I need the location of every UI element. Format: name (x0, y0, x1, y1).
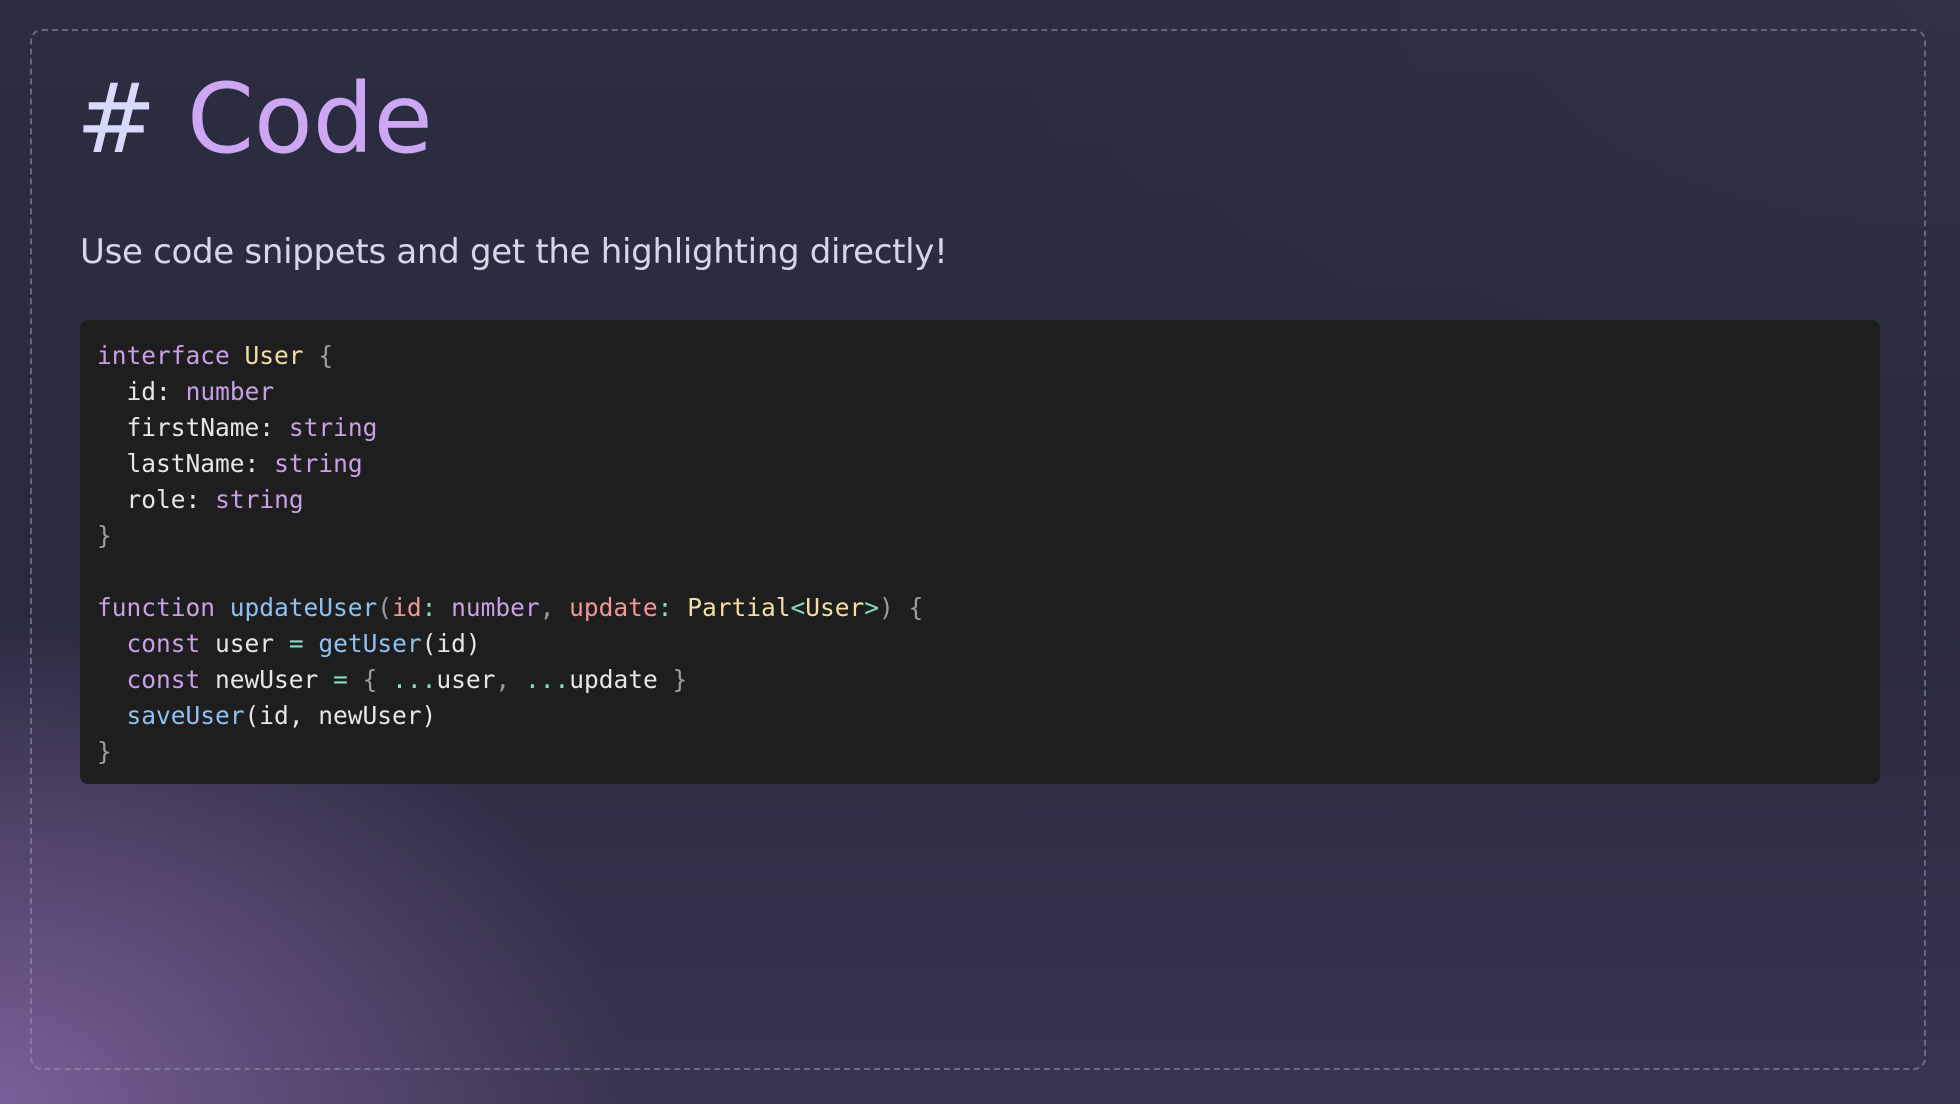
brace: } (97, 737, 112, 766)
type: number (185, 377, 275, 406)
colon: : (244, 449, 260, 478)
comma: , (539, 593, 555, 622)
code-line-5: role: string (97, 482, 1863, 518)
operator: = (288, 629, 304, 658)
brace: { (908, 593, 924, 622)
brace: } (672, 665, 688, 694)
type-name: User (805, 593, 865, 622)
angle-bracket: < (790, 593, 806, 622)
function-name: updateUser (229, 593, 378, 622)
code-line-9: const user = getUser(id) (97, 626, 1863, 662)
arguments: (id) (421, 629, 481, 658)
type: string (215, 485, 304, 514)
param: id (392, 593, 422, 622)
arguments: (id, newUser) (244, 701, 437, 730)
property: firstName (126, 413, 260, 442)
code-line-6: } (97, 518, 1863, 554)
code-line-8: function updateUser(id: number, update: … (97, 590, 1863, 626)
slide-subtitle: Use code snippets and get the highlighti… (80, 232, 948, 272)
property: id (126, 377, 157, 406)
title-hash: # (76, 63, 157, 175)
type: number (451, 593, 540, 622)
type: string (288, 413, 378, 442)
code-line-4: lastName: string (97, 446, 1863, 482)
variable: newUser (215, 665, 319, 694)
paren: ( (377, 593, 393, 622)
colon: : (421, 593, 437, 622)
code-line-12: } (97, 734, 1863, 770)
property: role (126, 485, 186, 514)
type-name: User (244, 341, 304, 370)
colon: : (259, 413, 275, 442)
paren: ) (879, 593, 894, 622)
code-line-10: const newUser = { ...user, ...update } (97, 662, 1863, 698)
brace: } (97, 521, 112, 550)
brace: { (318, 341, 334, 370)
comma: , (495, 665, 511, 694)
colon: : (185, 485, 201, 514)
brace: { (362, 665, 378, 694)
code-line-11: saveUser(id, newUser) (97, 698, 1863, 734)
keyword: const (126, 665, 201, 694)
operator: = (333, 665, 348, 694)
type: string (274, 449, 363, 478)
colon: : (657, 593, 673, 622)
keyword: const (126, 629, 201, 658)
code-line-1: interface User { (97, 338, 1863, 374)
slide-title: # Code (76, 62, 433, 177)
keyword: interface (97, 341, 230, 370)
variable: user (215, 629, 275, 658)
variable: user (436, 665, 496, 694)
function-call: getUser (318, 629, 422, 658)
code-block[interactable]: interface User { id: number firstName: s… (80, 320, 1880, 784)
colon: : (156, 377, 171, 406)
property: lastName (126, 449, 245, 478)
code-line-3: firstName: string (97, 410, 1863, 446)
function-call: saveUser (126, 701, 245, 730)
title-text: Code (186, 63, 433, 175)
param: update (569, 593, 658, 622)
type-name: Partial (687, 593, 791, 622)
variable: update (569, 665, 658, 694)
spread-operator: ... (524, 665, 570, 694)
code-line-2: id: number (97, 374, 1863, 410)
spread-operator: ... (392, 665, 437, 694)
keyword: function (97, 593, 216, 622)
angle-bracket: > (864, 593, 880, 622)
